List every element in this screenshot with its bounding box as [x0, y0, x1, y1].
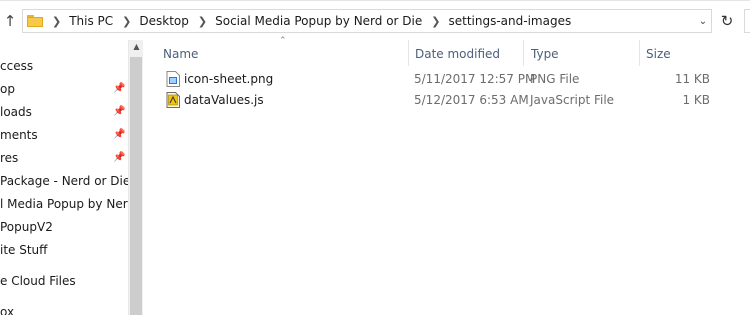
nav-scrollbar[interactable]: ▲ — [128, 40, 143, 315]
address-bar[interactable]: ❯ This PC ❯ Desktop ❯ Social Media Popup… — [22, 9, 712, 33]
column-divider[interactable] — [639, 40, 640, 66]
breadcrumb-settings-and-images[interactable]: settings-and-images — [448, 14, 571, 28]
pin-icon: 📌 — [113, 106, 126, 117]
pin-icon: 📌 — [113, 129, 126, 140]
nav-item-site-stuff[interactable]: ite Stuff — [0, 239, 47, 261]
file-name[interactable]: icon-sheet.png — [184, 69, 273, 90]
nav-item-popupv2[interactable]: PopupV2 — [0, 216, 53, 238]
column-header-type[interactable]: Type — [531, 44, 559, 64]
file-size: 1 KB — [682, 93, 710, 107]
chevron-down-icon[interactable]: ⌄ — [695, 16, 711, 27]
file-size: 11 KB — [674, 72, 710, 86]
scrollbar-thumb[interactable] — [130, 57, 142, 315]
nav-item-quick-access[interactable]: ccess — [0, 55, 33, 77]
refresh-button[interactable]: ↻ — [716, 9, 738, 33]
column-divider[interactable] — [408, 40, 409, 66]
folder-icon — [27, 15, 43, 27]
nav-item-documents[interactable]: ments — [0, 124, 38, 146]
sort-ascending-icon: ⌃ — [279, 36, 287, 46]
chevron-right-icon[interactable]: ❯ — [422, 15, 448, 28]
nav-item-social-media-popup[interactable]: l Media Popup by Nerd or — [0, 193, 128, 215]
chevron-right-icon[interactable]: ❯ — [43, 15, 69, 28]
window-top-border — [0, 0, 750, 1]
breadcrumb-this-pc[interactable]: This PC — [69, 14, 113, 28]
column-header-size[interactable]: Size — [646, 44, 671, 64]
column-divider[interactable] — [523, 40, 524, 66]
chevron-right-icon[interactable]: ❯ — [189, 15, 215, 28]
file-type: JavaScript File — [530, 93, 615, 107]
file-row[interactable]: dataValues.js 5/12/2017 6:53 AM JavaScri… — [160, 90, 720, 111]
nav-item-downloads[interactable]: loads — [0, 101, 32, 123]
png-file-icon — [166, 71, 180, 87]
nav-item-dropbox[interactable]: ox — [0, 301, 14, 315]
file-name[interactable]: dataValues.js — [184, 90, 264, 111]
nav-item-cloud-files[interactable]: e Cloud Files — [0, 270, 76, 292]
up-arrow-icon: ↑ — [3, 12, 17, 30]
nav-item-desktop[interactable]: op — [0, 78, 15, 100]
js-file-icon — [166, 92, 180, 108]
search-box[interactable] — [744, 9, 750, 33]
pin-icon: 📌 — [113, 152, 126, 163]
column-header-date-modified[interactable]: Date modified — [415, 44, 500, 64]
column-header-name[interactable]: Name — [163, 44, 198, 64]
file-date-modified: 5/12/2017 6:53 AM — [414, 93, 529, 107]
navigation-pane: ccess op 📌 loads 📌 ments 📌 res 📌 Package… — [0, 40, 128, 315]
file-type: PNG File — [530, 72, 580, 86]
scroll-up-icon[interactable]: ▲ — [129, 40, 144, 54]
nav-item-package-nerd-or-die[interactable]: Package - Nerd or Die — [0, 170, 128, 192]
chevron-right-icon[interactable]: ❯ — [113, 15, 139, 28]
file-date-modified: 5/11/2017 12:57 PM — [414, 72, 536, 86]
file-row[interactable]: icon-sheet.png 5/11/2017 12:57 PM PNG Fi… — [160, 69, 720, 90]
breadcrumb-desktop[interactable]: Desktop — [139, 14, 189, 28]
up-button[interactable]: ↑ — [0, 9, 20, 33]
pin-icon: 📌 — [113, 83, 126, 94]
nav-item-pictures[interactable]: res — [0, 147, 18, 169]
breadcrumb-social-media-popup[interactable]: Social Media Popup by Nerd or Die — [215, 14, 422, 28]
refresh-icon: ↻ — [720, 12, 734, 30]
